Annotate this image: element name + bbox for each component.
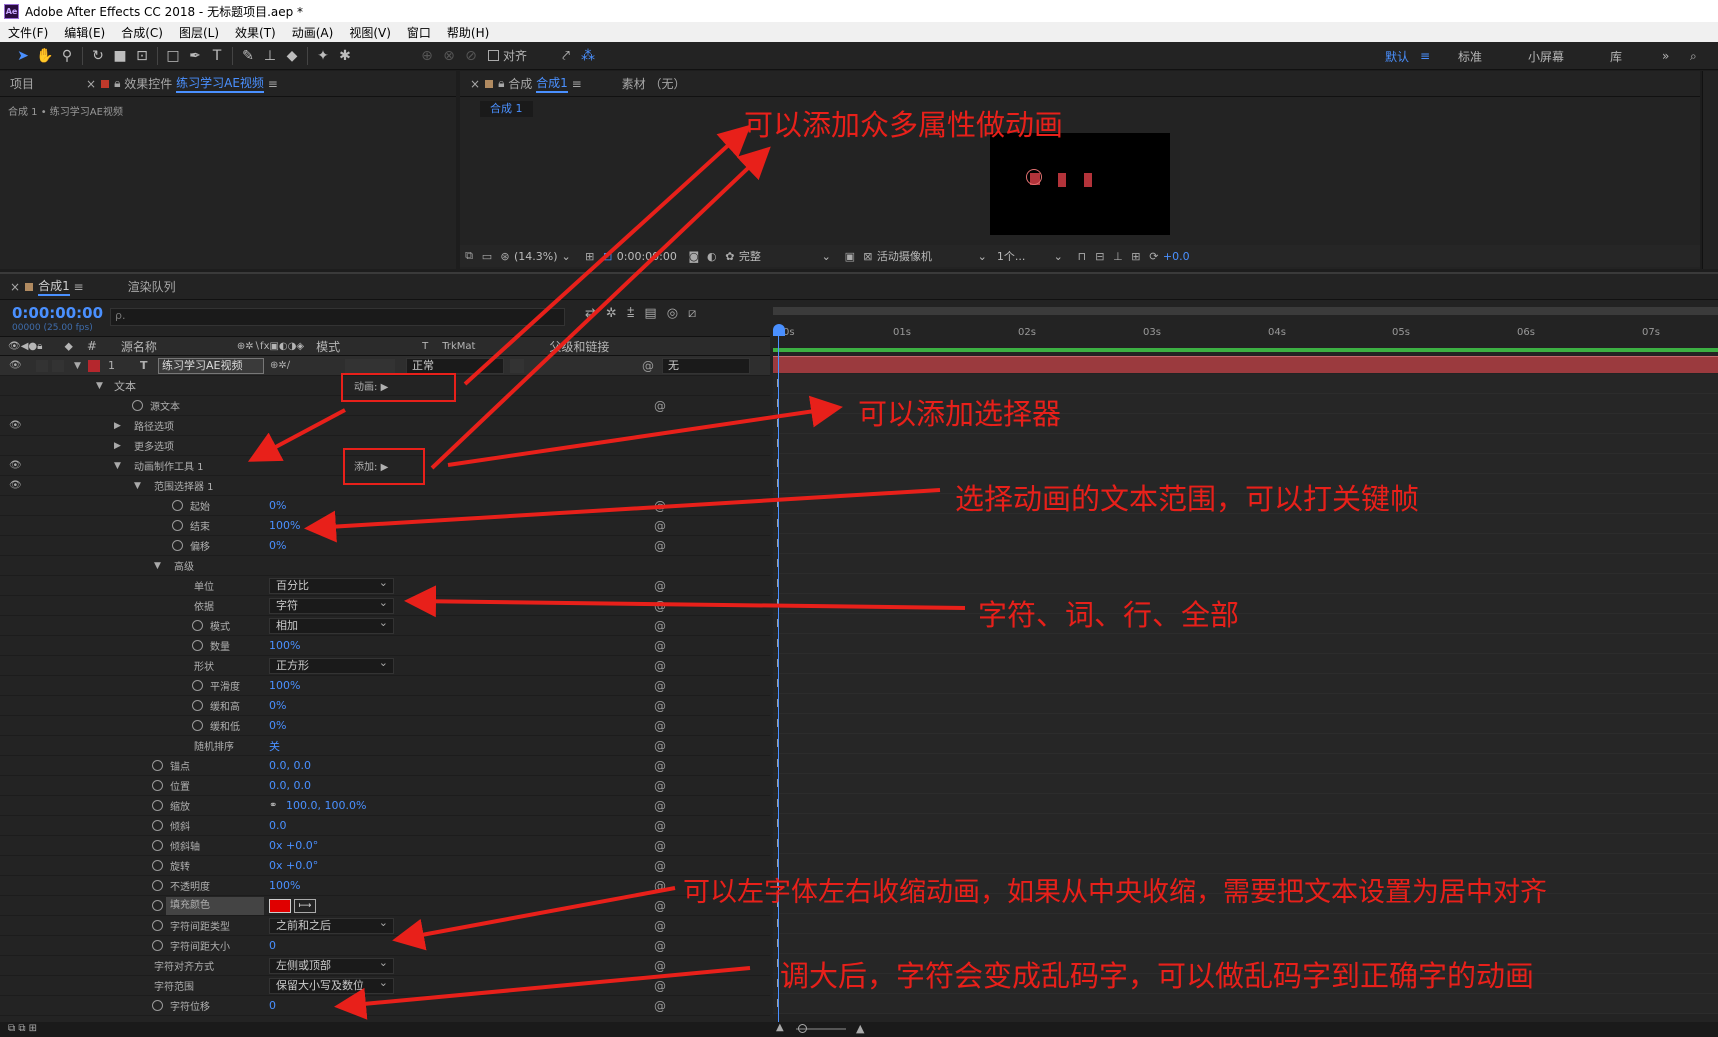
annotation-note: 选择动画的文本范围，可以打关键帧	[955, 482, 1420, 516]
annotation-note: 可以添加众多属性做动画	[744, 108, 1064, 142]
arrow-to-based-on	[404, 585, 966, 618]
arrow-to-tracking	[392, 886, 676, 951]
annotation-note: 可以左字体左右收缩动画，如果从中央收缩，需要把文本设置为居中对齐	[683, 877, 1547, 908]
arrow-add-to-animate-note	[430, 146, 771, 470]
annotation-note: 可以添加选择器	[858, 397, 1062, 431]
annotation-note: 字符、词、行、全部	[978, 598, 1240, 632]
arrow-to-end-property	[304, 488, 941, 543]
annotation-note: 调大后，字符会变成乱码字，可以做乱码字到正确字的动画	[780, 959, 1535, 993]
arrow-to-animator	[247, 408, 346, 462]
arrow-to-char-offset	[334, 966, 751, 1020]
arrow-to-selector-note	[447, 395, 843, 467]
arrow-to-animate-note	[463, 124, 751, 386]
